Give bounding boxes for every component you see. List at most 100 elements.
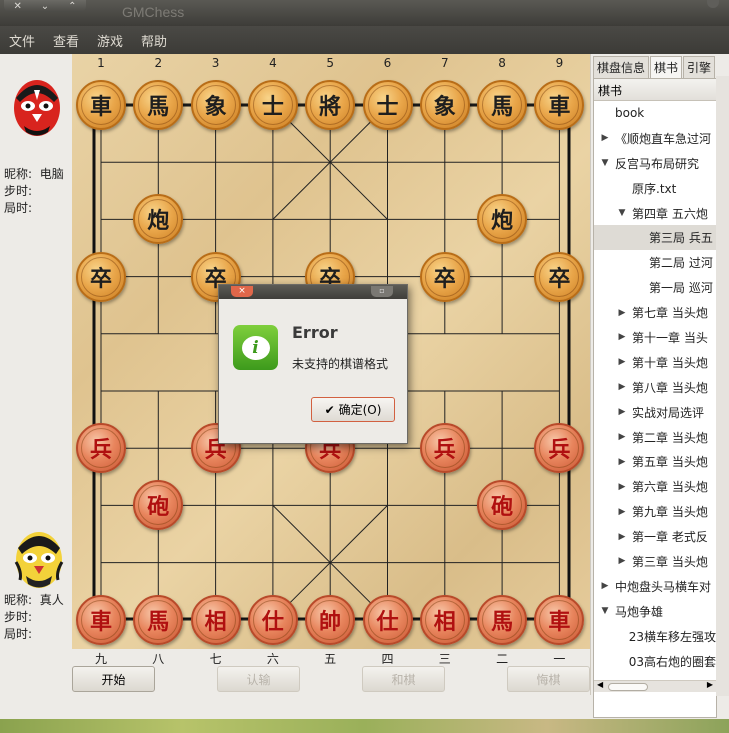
expanded-arrow-icon[interactable]: ▼	[598, 606, 612, 616]
tree-item[interactable]: 03高右炮的圈套	[594, 649, 716, 674]
scroll-left-icon[interactable]: ◀	[597, 680, 603, 689]
dialog-ok-button[interactable]: ✔ 确定(O)	[311, 397, 395, 422]
tree-item-label: 中炮盘头马横车对	[615, 579, 712, 594]
red-piece[interactable]: 帥	[305, 594, 356, 645]
draw-button[interactable]: 和棋	[362, 666, 445, 692]
tree-item[interactable]: ▶ 第一章 老式反	[594, 524, 716, 549]
tree-item[interactable]: ▶ 第九章 当头炮	[594, 499, 716, 524]
black-piece[interactable]: 馬	[133, 80, 184, 130]
tree-item[interactable]: ▶ 第八章 当头炮	[594, 375, 716, 400]
red-piece[interactable]: 馬	[133, 594, 184, 645]
tree-item[interactable]: ▶ 实战对局选评	[594, 400, 716, 425]
tree-item[interactable]: ▶ 中炮盘头马横车对	[594, 574, 716, 599]
top-column-label: 9	[555, 56, 564, 70]
black-piece[interactable]: 卒	[76, 251, 126, 302]
bottom-column-label: 五	[324, 652, 337, 666]
collapsed-arrow-icon[interactable]: ▶	[615, 357, 629, 367]
minimize-window-icon[interactable]: ⌄	[41, 1, 49, 12]
tree-item[interactable]: book	[594, 101, 716, 126]
collapsed-arrow-icon[interactable]: ▶	[615, 507, 629, 517]
collapsed-arrow-icon[interactable]: ▶	[615, 482, 629, 492]
collapsed-arrow-icon[interactable]: ▶	[615, 332, 629, 342]
tree-item[interactable]: 第二局 过河	[594, 250, 716, 275]
collapsed-arrow-icon[interactable]: ▶	[615, 432, 629, 442]
maximize-window-icon[interactable]: ⌃	[68, 1, 76, 12]
tree-item[interactable]: 第三局 兵五	[594, 225, 716, 251]
tree-item-label: 第四章 五六炮	[632, 206, 708, 221]
expanded-arrow-icon[interactable]: ▼	[615, 208, 629, 218]
collapsed-arrow-icon[interactable]: ▶	[615, 308, 629, 318]
tree-item[interactable]: ▼ 马炮争雄	[594, 599, 716, 624]
tree-item[interactable]: ▶ 第十一章 当头	[594, 325, 716, 350]
black-piece[interactable]: 士	[362, 80, 413, 130]
tree-item[interactable]: ▶ 第六章 当头炮	[594, 474, 716, 499]
menu-view[interactable]: 查看	[53, 31, 79, 50]
undo-button[interactable]: 悔棋	[507, 666, 590, 692]
piece-label: 砲	[138, 485, 179, 526]
black-piece[interactable]: 象	[190, 80, 241, 130]
tree-item[interactable]: ▶ 《顺炮直车急过河	[594, 126, 716, 151]
tree-item-label: 第三章 当头炮	[632, 554, 708, 569]
red-piece[interactable]: 馬	[477, 594, 528, 645]
collapsed-arrow-icon[interactable]: ▶	[598, 133, 612, 143]
tree-header[interactable]: 棋书	[594, 79, 716, 101]
tree-item[interactable]: 23横车移左强攻	[594, 624, 716, 649]
menu-file[interactable]: 文件	[9, 31, 35, 50]
black-piece[interactable]: 士	[247, 80, 298, 130]
tab-engine[interactable]: 引擎	[683, 56, 716, 78]
tree-item-label: 第十章 当头炮	[632, 355, 708, 370]
player-panel: 昵称: 电脑 步时: 局时: 昵称: 真人 步时: 局时:	[0, 54, 72, 719]
tree-item[interactable]: 原序.txt	[594, 176, 716, 201]
black-piece[interactable]: 卒	[419, 251, 470, 302]
tree-item[interactable]: ▼ 第四章 五六炮	[594, 201, 716, 226]
black-piece[interactable]: 象	[419, 80, 470, 130]
tree-horizontal-scrollbar[interactable]: ◀ ▶	[594, 680, 716, 692]
tree-item[interactable]: ▶ 第二章 当头炮	[594, 425, 716, 450]
collapsed-arrow-icon[interactable]: ▶	[615, 457, 629, 467]
red-piece[interactable]: 相	[419, 594, 470, 645]
tree-item[interactable]: ▶ 第三章 当头炮	[594, 549, 716, 574]
tree-item[interactable]: ▶ 第七章 当头炮	[594, 300, 716, 325]
start-button[interactable]: 开始	[72, 666, 155, 692]
tree-item[interactable]: ▶ 第五章 当头炮	[594, 449, 716, 474]
tree-item[interactable]: ▼ 反宫马布局研究	[594, 151, 716, 176]
tree-item-label: 第二章 当头炮	[632, 430, 708, 445]
black-piece[interactable]: 卒	[534, 251, 585, 302]
tree-item-label: 实战对局选评	[632, 405, 705, 420]
black-piece[interactable]: 馬	[477, 80, 528, 130]
red-piece[interactable]: 兵	[419, 423, 470, 474]
menu-game[interactable]: 游戏	[97, 31, 123, 50]
tree-item[interactable]: ▶ 第十章 当头炮	[594, 350, 716, 375]
collapsed-arrow-icon[interactable]: ▶	[615, 556, 629, 566]
black-piece[interactable]: 車	[76, 80, 126, 130]
collapsed-arrow-icon[interactable]: ▶	[598, 581, 612, 591]
red-piece[interactable]: 仕	[362, 594, 413, 645]
piece-label: 帥	[310, 599, 351, 640]
book-tree[interactable]: 棋书 book ▶ 《顺炮直车急过河 ▼ 反宫马布局研究 原序.txt ▼ 第四章 五六炮 第三…	[593, 78, 717, 718]
red-piece[interactable]: 兵	[76, 423, 126, 474]
tree-item[interactable]: 第一局 巡河	[594, 275, 716, 300]
dialog-close-icon[interactable]: ×	[231, 286, 253, 297]
scroll-right-icon[interactable]: ▶	[707, 680, 713, 689]
red-piece[interactable]: 仕	[247, 594, 298, 645]
menu-help[interactable]: 帮助	[141, 31, 167, 50]
red-piece[interactable]: 車	[534, 594, 585, 645]
top-steps-label: 步时:	[4, 184, 33, 198]
bottom-nick-label: 昵称:	[4, 593, 33, 607]
piece-label: 炮	[482, 199, 523, 240]
tab-book[interactable]: 棋书	[650, 56, 683, 78]
resign-button[interactable]: 认输	[217, 666, 300, 692]
red-piece[interactable]: 相	[190, 594, 241, 645]
piece-label: 仕	[367, 599, 408, 640]
scroll-thumb[interactable]	[608, 683, 648, 691]
collapsed-arrow-icon[interactable]: ▶	[615, 382, 629, 392]
black-piece[interactable]: 將	[305, 80, 356, 130]
red-piece[interactable]: 車	[76, 594, 126, 645]
expanded-arrow-icon[interactable]: ▼	[598, 158, 612, 168]
close-window-icon[interactable]: ✕	[13, 1, 21, 12]
collapsed-arrow-icon[interactable]: ▶	[615, 407, 629, 417]
tree-vertical-scrollbar[interactable]	[716, 76, 729, 696]
tab-board-info[interactable]: 棋盘信息	[593, 56, 650, 78]
collapsed-arrow-icon[interactable]: ▶	[615, 532, 629, 542]
dialog-maximize-icon[interactable]: ▫	[371, 286, 393, 297]
